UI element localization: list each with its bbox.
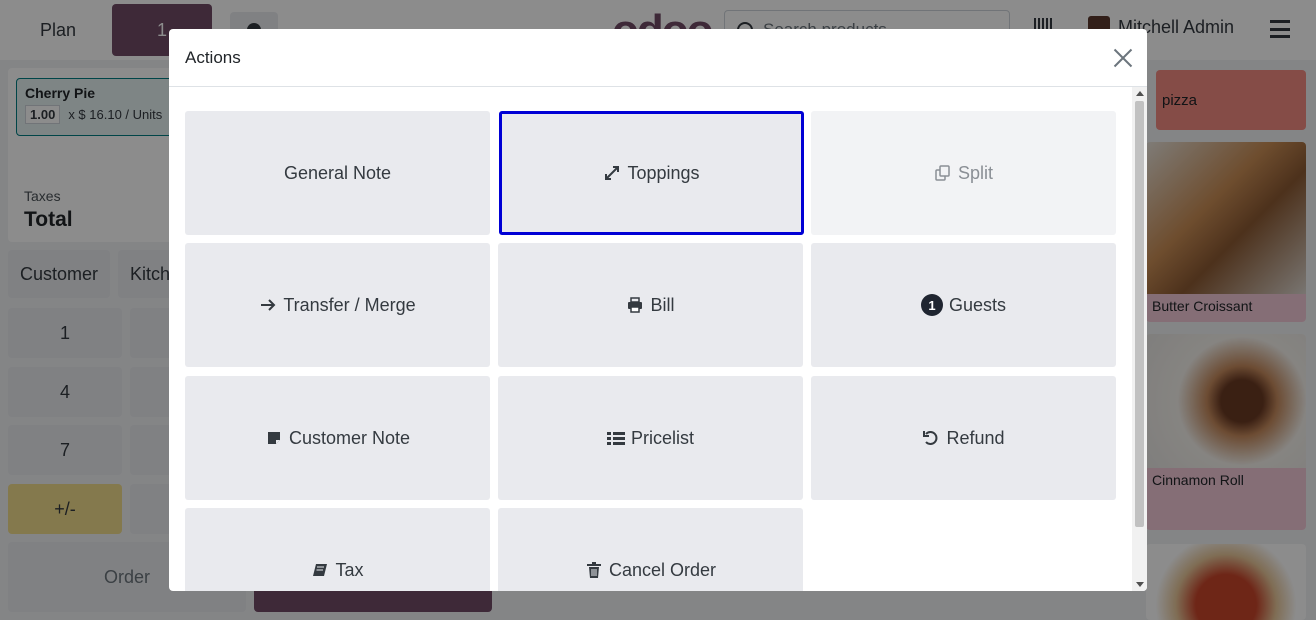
action-bill[interactable]: Bill bbox=[498, 243, 803, 367]
action-transfer-merge[interactable]: Transfer / Merge bbox=[185, 243, 490, 367]
action-label: Cancel Order bbox=[608, 559, 717, 580]
action-label: Split bbox=[957, 162, 993, 183]
action-label: General Note bbox=[283, 162, 392, 183]
action-refund[interactable]: Refund bbox=[811, 376, 1116, 500]
action-label: Refund bbox=[946, 427, 1005, 448]
scrollbar-thumb[interactable] bbox=[1135, 101, 1144, 527]
undo-icon bbox=[922, 429, 940, 447]
action-label: Transfer / Merge bbox=[283, 294, 416, 315]
action-customer-note[interactable]: Customer Note bbox=[185, 376, 490, 500]
action-toppings[interactable]: Toppings bbox=[499, 111, 804, 235]
action-pricelist[interactable]: Pricelist bbox=[498, 376, 803, 500]
scroll-down-arrow-icon[interactable] bbox=[1136, 582, 1144, 587]
action-label: Guests bbox=[948, 294, 1007, 315]
action-guests[interactable]: 1 Guests bbox=[811, 243, 1116, 367]
expand-icon bbox=[603, 164, 621, 182]
close-icon[interactable] bbox=[1113, 48, 1133, 68]
sticky-note-icon bbox=[265, 429, 283, 447]
dialog-title: Actions bbox=[185, 47, 241, 67]
action-label: Pricelist bbox=[630, 427, 694, 448]
action-label: Toppings bbox=[627, 162, 700, 183]
action-label: Bill bbox=[650, 294, 675, 315]
action-label: Tax bbox=[335, 559, 364, 580]
book-icon bbox=[311, 561, 329, 579]
guests-count-badge: 1 bbox=[920, 294, 943, 316]
dialog-scrollbar[interactable] bbox=[1132, 87, 1147, 591]
arrow-right-icon bbox=[259, 296, 277, 314]
list-icon bbox=[606, 429, 625, 447]
actions-dialog: Actions General Note Toppings Split Tran… bbox=[169, 29, 1147, 591]
action-split[interactable]: Split bbox=[811, 111, 1116, 235]
action-tax[interactable]: Tax bbox=[185, 508, 490, 591]
action-label: Customer Note bbox=[288, 427, 411, 448]
action-cancel-order[interactable]: Cancel Order bbox=[498, 508, 803, 591]
trash-icon bbox=[585, 561, 603, 579]
action-general-note[interactable]: General Note bbox=[185, 111, 490, 235]
dialog-header: Actions bbox=[169, 29, 1147, 87]
print-icon bbox=[626, 296, 644, 314]
scroll-up-arrow-icon[interactable] bbox=[1136, 91, 1144, 96]
copy-icon bbox=[934, 164, 952, 182]
